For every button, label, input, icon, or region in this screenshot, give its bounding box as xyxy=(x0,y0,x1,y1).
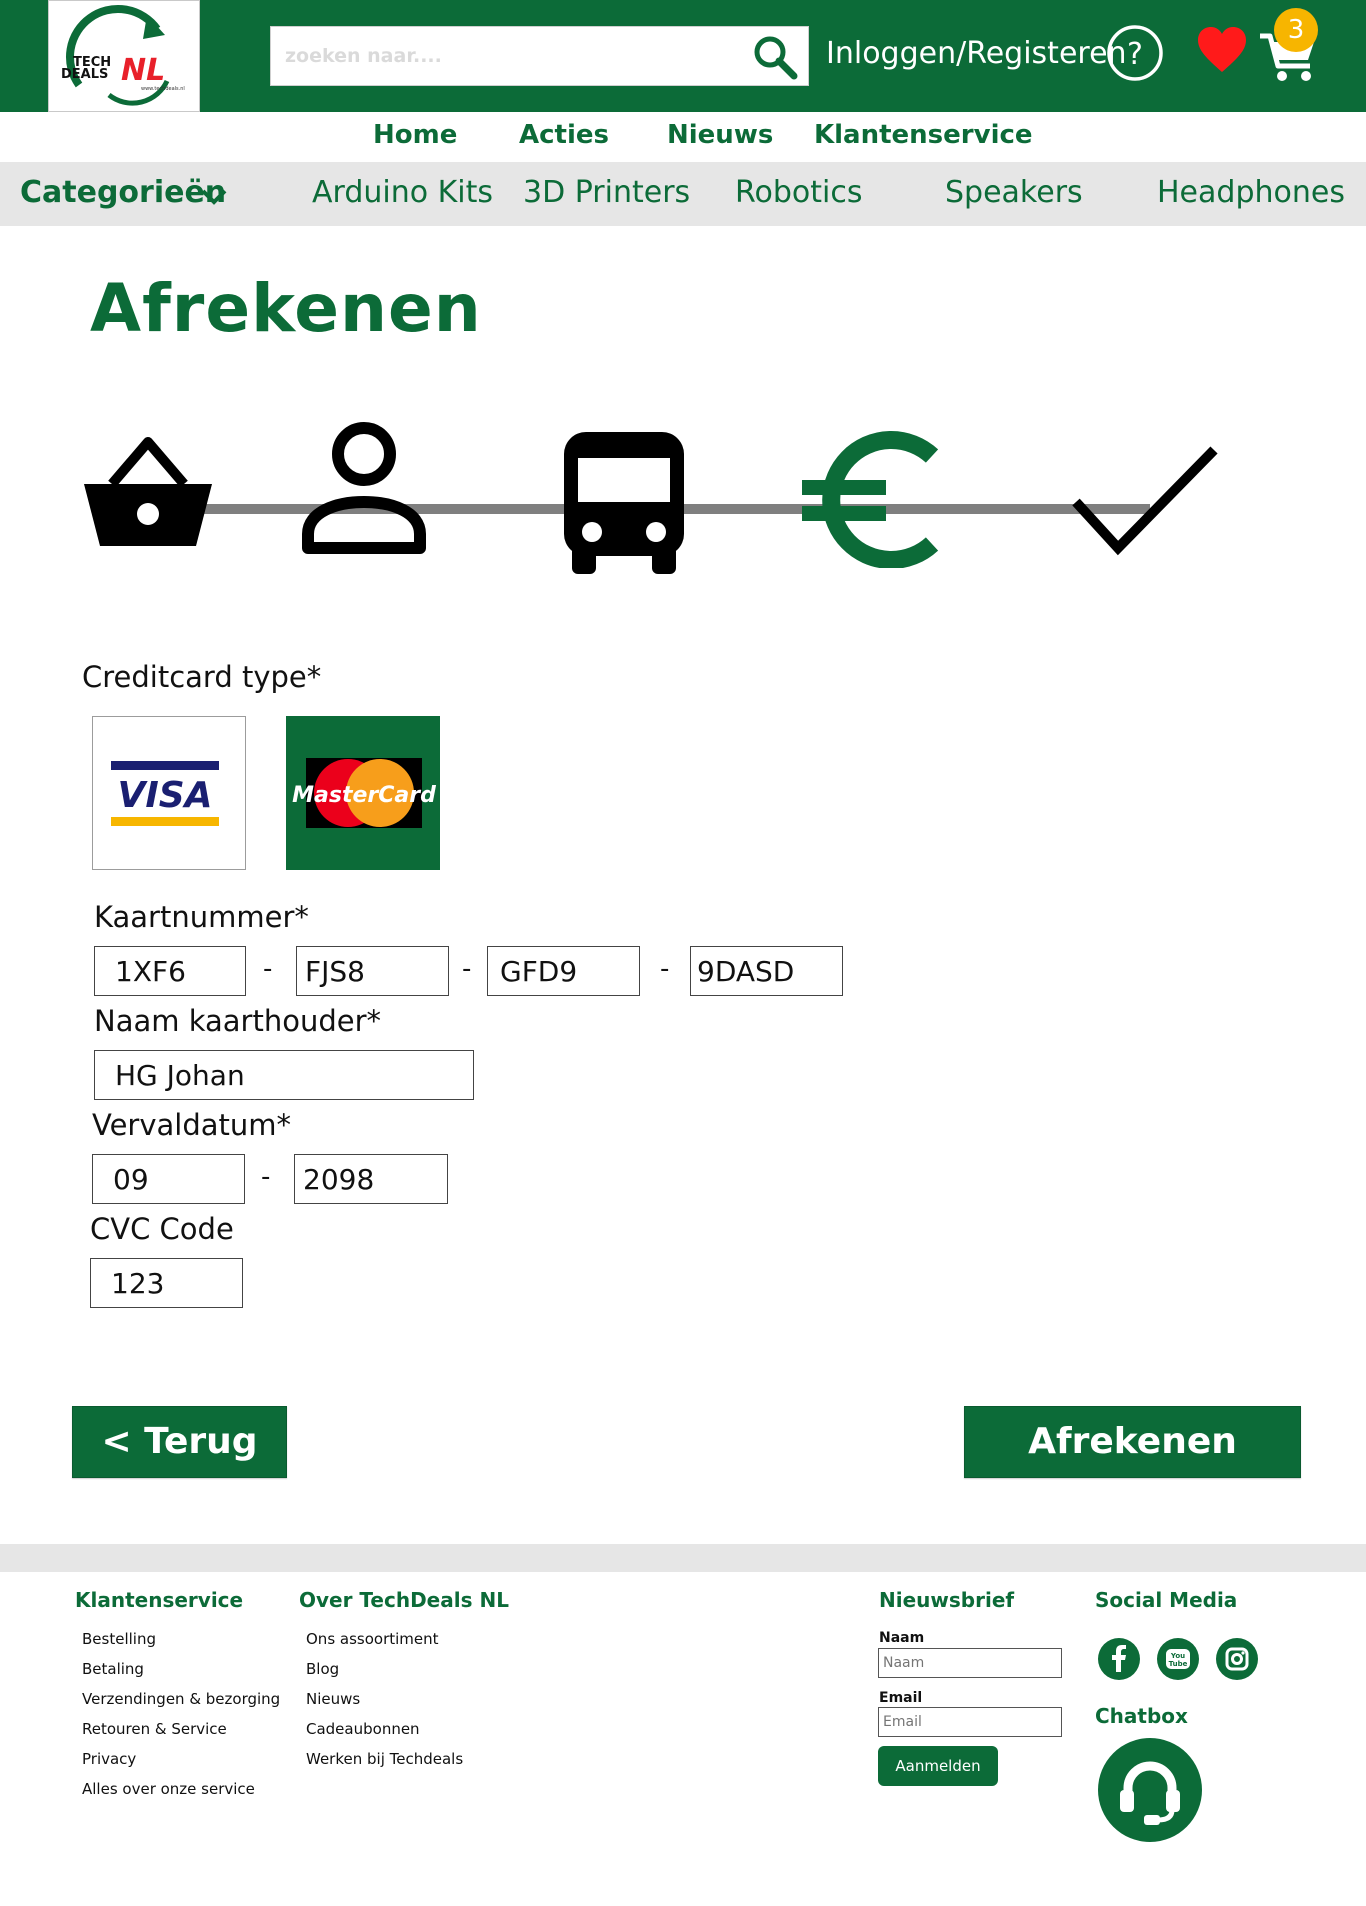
footer-chatbox-title: Chatbox xyxy=(1095,1704,1188,1728)
footer-link-blog[interactable]: Blog xyxy=(306,1660,339,1678)
visa-text: VISA xyxy=(117,775,212,816)
card-number-field-3[interactable] xyxy=(487,946,640,996)
category-speakers[interactable]: Speakers xyxy=(945,175,1083,210)
footer-link-betaling[interactable]: Betaling xyxy=(82,1660,144,1678)
site-header: TECH DEALS NL www.techdeals.nl Inloggen/… xyxy=(0,0,1366,112)
headset-icon xyxy=(1120,1761,1180,1825)
footer-link-privacy[interactable]: Privacy xyxy=(82,1750,136,1768)
newsletter-name-input[interactable] xyxy=(878,1648,1062,1678)
footer-link-cadeaubonnen[interactable]: Cadeaubonnen xyxy=(306,1720,420,1738)
search-icon xyxy=(754,36,798,80)
category-robotics[interactable]: Robotics xyxy=(735,175,862,210)
footer-link-retouren[interactable]: Retouren & Service xyxy=(82,1720,227,1738)
category-bar: Categorieën Arduino Kits 3D Printers Rob… xyxy=(0,162,1366,226)
instagram-icon[interactable] xyxy=(1216,1638,1258,1680)
main-nav: Home Acties Nieuws Klantenservice xyxy=(0,112,1366,162)
creditcard-type-label: Creditcard type* xyxy=(82,660,322,694)
cvc-code-field[interactable] xyxy=(90,1258,243,1308)
category-arduino-kits[interactable]: Arduino Kits xyxy=(312,175,493,210)
card-number-label: Kaartnummer* xyxy=(94,900,309,934)
search-box xyxy=(270,26,809,86)
techdeals-logo[interactable]: TECH DEALS NL www.techdeals.nl xyxy=(48,0,200,112)
chevron-down-icon[interactable] xyxy=(200,182,228,210)
visa-logo: VISA xyxy=(111,761,219,826)
footer-link-service[interactable]: Alles over onze service xyxy=(82,1780,255,1798)
expiry-year-field[interactable] xyxy=(294,1154,448,1204)
card-number-field-4[interactable] xyxy=(690,946,843,996)
expiry-date-label: Vervaldatum* xyxy=(92,1108,292,1142)
nav-home[interactable]: Home xyxy=(373,120,457,150)
facebook-icon[interactable] xyxy=(1098,1638,1140,1680)
mastercard-text: MasterCard xyxy=(292,783,436,808)
nav-nieuws[interactable]: Nieuws xyxy=(667,120,773,150)
footer-divider xyxy=(0,1544,1366,1572)
logo-url: www.techdeals.nl xyxy=(141,86,185,92)
newsletter-subscribe-button[interactable]: Aanmelden xyxy=(878,1746,998,1786)
basket-icon xyxy=(84,437,212,546)
footer-link-werken[interactable]: Werken bij Techdeals xyxy=(306,1750,463,1768)
user-icon xyxy=(302,422,426,554)
cart-count-badge: 3 xyxy=(1274,8,1318,52)
category-3d-printers[interactable]: 3D Printers xyxy=(523,175,690,210)
footer-newsletter-title: Nieuwsbrief xyxy=(879,1588,1015,1612)
categories-dropdown[interactable]: Categorieën xyxy=(20,175,226,210)
checkout-button[interactable]: Afrekenen xyxy=(964,1406,1301,1478)
footer-link-assortiment[interactable]: Ons assoortiment xyxy=(306,1630,439,1648)
nav-acties[interactable]: Acties xyxy=(519,120,609,150)
search-button[interactable] xyxy=(750,32,800,82)
card-number-separator: - xyxy=(263,954,273,984)
footer-link-bestelling[interactable]: Bestelling xyxy=(82,1630,156,1648)
logo-text-deals: DEALS xyxy=(61,67,108,82)
mastercard-option[interactable]: MasterCard xyxy=(286,716,440,870)
help-icon[interactable]: ? xyxy=(1106,24,1164,82)
back-button[interactable]: < Terug xyxy=(72,1406,287,1478)
footer-klantenservice-title: Klantenservice xyxy=(75,1588,244,1612)
heart-icon[interactable] xyxy=(1196,26,1248,74)
newsletter-name-label: Naam xyxy=(879,1630,925,1646)
card-number-field-2[interactable] xyxy=(296,946,449,996)
mastercard-logo: MasterCard xyxy=(292,758,436,828)
chatbox-button[interactable] xyxy=(1098,1738,1202,1842)
nav-klantenservice[interactable]: Klantenservice xyxy=(814,120,1033,150)
cardholder-name-label: Naam kaarthouder* xyxy=(94,1004,381,1038)
euro-icon xyxy=(802,431,939,568)
cvc-code-label: CVC Code xyxy=(90,1212,234,1246)
cardholder-name-field[interactable] xyxy=(94,1050,474,1100)
visa-card-option[interactable]: VISA xyxy=(92,716,246,870)
youtube-text-bottom: Tube xyxy=(1169,1660,1188,1668)
checkout-steps xyxy=(70,420,1250,580)
logo-text-nl: NL xyxy=(121,53,165,88)
checkmark-icon xyxy=(1072,446,1218,556)
card-number-separator: - xyxy=(660,954,670,984)
svg-text:?: ? xyxy=(1127,37,1143,72)
login-register-link[interactable]: Inloggen/Registeren xyxy=(826,34,1127,74)
expiry-month-field[interactable] xyxy=(92,1154,245,1204)
card-number-separator: - xyxy=(462,954,472,984)
newsletter-email-input[interactable] xyxy=(878,1707,1062,1737)
footer-link-nieuws[interactable]: Nieuws xyxy=(306,1690,360,1708)
page-title: Afrekenen xyxy=(90,270,482,347)
footer-social-title: Social Media xyxy=(1095,1588,1238,1612)
youtube-text-top: You xyxy=(1170,1652,1185,1660)
card-number-field-1[interactable] xyxy=(94,946,246,996)
category-headphones[interactable]: Headphones xyxy=(1157,175,1345,210)
footer-about-title: Over TechDeals NL xyxy=(299,1588,509,1612)
youtube-icon[interactable]: You Tube xyxy=(1157,1638,1199,1680)
expiry-separator: - xyxy=(261,1162,271,1192)
search-input[interactable] xyxy=(285,27,735,85)
bus-icon xyxy=(564,432,684,574)
footer-link-verzendingen[interactable]: Verzendingen & bezorging xyxy=(82,1690,280,1708)
newsletter-email-label: Email xyxy=(879,1690,923,1706)
